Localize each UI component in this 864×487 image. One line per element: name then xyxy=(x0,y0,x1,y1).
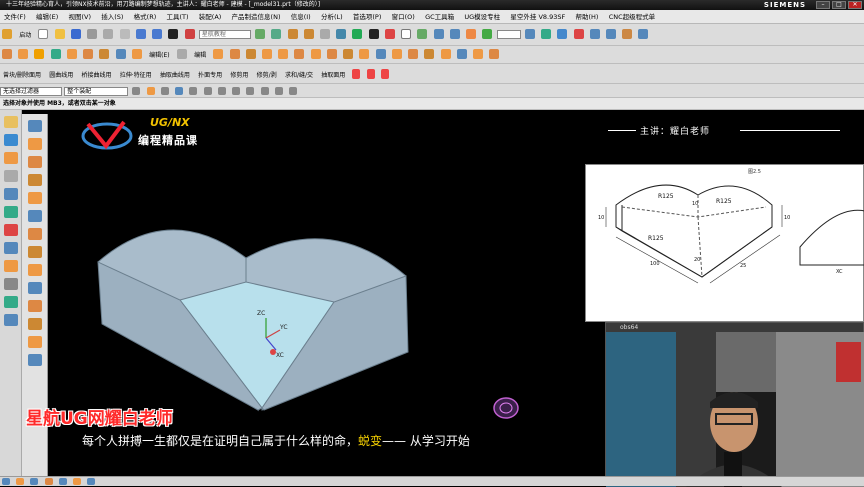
taskbar-icon-2[interactable] xyxy=(16,478,25,485)
teacher-label: 主讲：耀白老师 xyxy=(640,127,711,137)
taskbar-icon-3[interactable] xyxy=(30,478,39,485)
logo-title: UG/NX xyxy=(150,116,190,129)
dim-100: 100 xyxy=(650,261,660,267)
teacher-rule-right xyxy=(740,130,840,131)
fig-label: 图2.5 xyxy=(748,169,761,175)
dim-25: 25 xyxy=(740,263,746,269)
axis-label-zc: ZC xyxy=(257,310,265,317)
subtitle-highlight: 蜕变 xyxy=(358,434,383,448)
logo-subtitle: 编程精品课 xyxy=(138,134,198,147)
axis-label-yc: YC xyxy=(279,324,288,331)
logo-swoosh-icon xyxy=(81,120,133,150)
dim-10-center: 10 xyxy=(692,201,698,207)
ref-xc-label: XC xyxy=(836,269,843,275)
dim-r2: R125 xyxy=(716,198,732,205)
dim-10-left: 10 xyxy=(598,215,604,221)
teacher-rule-left xyxy=(608,130,636,131)
triad-origin-icon xyxy=(270,349,276,355)
dim-r3: R125 xyxy=(648,235,664,242)
dim-20: 20 xyxy=(694,257,700,263)
reference-drawing-panel: 图2.5 R125 R125 R125 10 100 10 25 10 20 X… xyxy=(585,164,864,322)
taskbar-icon-6[interactable] xyxy=(73,478,82,485)
webcam-feed xyxy=(606,332,864,487)
axis-label-xc: XC xyxy=(276,352,284,359)
taskbar-icon-5[interactable] xyxy=(58,478,67,485)
brand-watermark: 星航UG网耀白老师 xyxy=(26,409,173,429)
taskbar xyxy=(0,476,864,486)
subtitle-tail: —— 从学习开始 xyxy=(382,434,470,448)
taskbar-icon-4[interactable] xyxy=(44,478,53,485)
webcam-title-bar: obs64 xyxy=(606,323,863,332)
dim-r1: R125 xyxy=(658,193,674,200)
butterfly-icon xyxy=(493,397,519,419)
subtitle-main: 每个人拼搏一生都仅是在证明自己属于什么样的命， xyxy=(82,434,359,448)
course-logo: UG/NX 编程精品课 xyxy=(80,116,230,154)
webcam-title: obs64 xyxy=(620,324,639,331)
taskbar-icon-1[interactable] xyxy=(2,478,10,485)
subtitle-line: 每个人拼搏一生都仅是在证明自己属于什么样的命，蜕变—— 从学习开始 xyxy=(82,432,470,449)
webcam-overlay: obs64 xyxy=(605,322,864,487)
taskbar-icon-7[interactable] xyxy=(87,478,96,485)
dim-10-right: 10 xyxy=(784,215,790,221)
reference-drawing-svg: 图2.5 R125 R125 R125 10 100 10 25 10 20 X… xyxy=(598,169,864,284)
